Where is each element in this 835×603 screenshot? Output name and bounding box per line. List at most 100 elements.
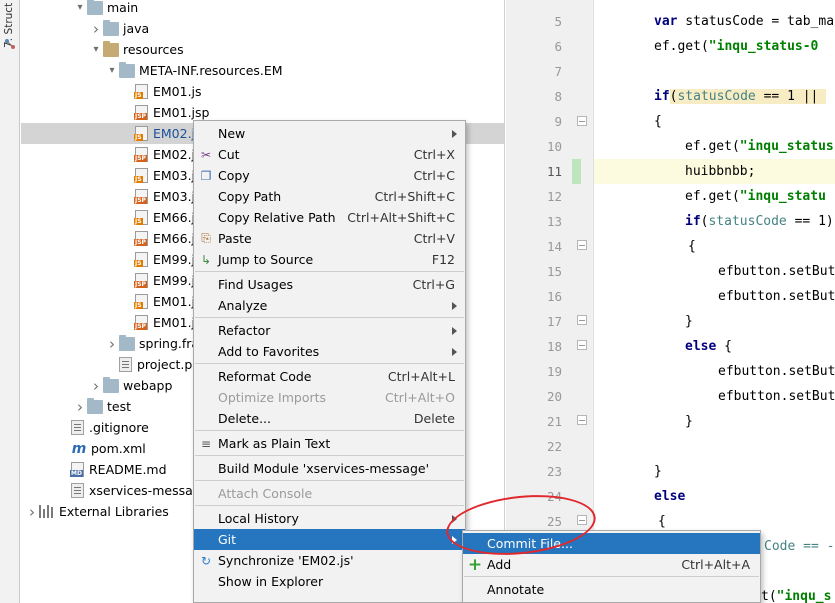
structure-icon[interactable] (4, 38, 16, 50)
fold-marker-icon[interactable] (577, 116, 587, 126)
fold-marker-icon[interactable] (577, 415, 587, 425)
menu-item-new[interactable]: New (194, 123, 465, 144)
maven-file-icon: m (71, 440, 87, 457)
menu-item-delete[interactable]: Delete... Delete (194, 408, 465, 429)
folder-icon (87, 397, 103, 414)
menu-item-refactor[interactable]: Refactor (194, 320, 465, 341)
fold-marker-icon[interactable] (577, 515, 587, 525)
tree-item-label: External Libraries (59, 504, 169, 519)
menu-separator (195, 363, 464, 364)
expand-arrow-closed-icon[interactable]: › (89, 18, 103, 39)
code-editor[interactable]: 5 6 7 8 9 10 11 12 13 14 15 16 17 18 19 20 21 22 23 24 25 va… (506, 0, 835, 603)
jsp-file-icon: JSP (134, 315, 148, 330)
menu-item-commit-file[interactable]: Commit File... (463, 533, 760, 554)
menu-item-mark-as-plain-text[interactable]: ≡ Mark as Plain Text (194, 433, 465, 454)
menu-item-git[interactable]: Git (194, 529, 465, 550)
context-menu: New ✂ Cut Ctrl+X ❐ Copy Ctrl+C Copy Path Ctrl+Sh… (193, 120, 466, 603)
code-line-19: efbutton.setBut (718, 364, 835, 379)
menu-item-local-history[interactable]: Local History (194, 508, 465, 529)
submenu-arrow-icon (452, 129, 457, 138)
menu-item-label: Show in Explorer (218, 574, 324, 589)
iml-file-icon (71, 483, 84, 498)
expand-arrow-closed-icon[interactable]: › (105, 333, 119, 354)
synchronize-icon: ↻ (200, 553, 212, 568)
submenu-arrow-icon (452, 535, 457, 544)
fold-marker-icon[interactable] (577, 240, 587, 250)
menu-item-copy-path[interactable]: Copy Path Ctrl+Shift+C (194, 186, 465, 207)
menu-item-annotate[interactable]: Annotate (463, 579, 760, 600)
tree-item-label: README.md (89, 462, 167, 477)
menu-item-add[interactable]: + Add Ctrl+Alt+A (463, 554, 760, 575)
menu-item-copy-relative-path[interactable]: Copy Relative Path Ctrl+Alt+Shift+C (194, 207, 465, 228)
menu-item-optimize-imports: Optimize Imports Ctrl+Alt+O (194, 387, 465, 408)
expand-arrow-open-icon[interactable]: ▾ (105, 60, 119, 81)
jsp-file-icon: JSP (134, 189, 148, 204)
tree-row[interactable]: ▾ resources (21, 39, 504, 60)
fold-marker-icon[interactable] (577, 315, 587, 325)
tree-row[interactable]: ▾ main (21, 0, 504, 18)
menu-item-label: Refactor (218, 323, 271, 338)
menu-item-label: Find Usages (218, 277, 294, 292)
tree-item-label: webapp (123, 378, 173, 393)
tree-row[interactable]: ▾ META-INF.resources.EM (21, 60, 504, 81)
editor-gutter[interactable]: 5 6 7 8 9 10 11 12 13 14 15 16 17 18 19 20 21 22 23 24 25 (506, 0, 594, 603)
changed-line-marker[interactable] (572, 159, 581, 184)
line-number: 20 (546, 389, 562, 404)
code-line-26: Code == -3 (764, 539, 835, 554)
menu-item-synchronize-em02-js[interactable]: ↻ Synchronize 'EM02.js' (194, 550, 465, 571)
menu-item-label: Jump to Source (218, 252, 314, 267)
menu-separator (195, 317, 464, 318)
js-file-icon: JS (134, 168, 148, 183)
menu-item-jump-to-source[interactable]: ↳ Jump to Source F12 (194, 249, 465, 270)
tree-row[interactable]: JS EM01.js (21, 81, 504, 102)
menu-separator (195, 430, 464, 431)
js-file-icon: JS (134, 84, 148, 99)
code-line-16: efbutton.setBut (718, 289, 835, 304)
menu-item-paste[interactable]: ⎘ Paste Ctrl+V (194, 228, 465, 249)
submenu-arrow-icon (452, 326, 457, 335)
menu-item-label: Commit File... (487, 536, 573, 551)
menu-item-shortcut: Delete (413, 411, 455, 426)
menu-item-label: Reformat Code (218, 369, 312, 384)
code-line-14: { (688, 239, 696, 254)
code-line-11: huibbnbb; (685, 164, 756, 179)
libraries-icon (39, 505, 55, 518)
menu-item-add-to-favorites[interactable]: Add to Favorites (194, 341, 465, 362)
jsp-file-icon: JSP (134, 147, 148, 162)
menu-item-cut[interactable]: ✂ Cut Ctrl+X (194, 144, 465, 165)
expand-arrow-closed-icon[interactable]: › (25, 501, 39, 522)
code-line-9: { (654, 114, 662, 129)
tree-row[interactable]: › java (21, 18, 504, 39)
submenu-arrow-icon (452, 347, 457, 356)
menu-item-label: Paste (218, 231, 252, 246)
line-number: 16 (546, 289, 562, 304)
fold-marker-icon[interactable] (577, 340, 587, 350)
line-number: 23 (546, 464, 562, 479)
menu-separator (195, 271, 464, 272)
menu-item-reformat-code[interactable]: Reformat Code Ctrl+Alt+L (194, 366, 465, 387)
tree-item-label: EM01.js (153, 84, 202, 99)
line-number: 5 (554, 14, 562, 29)
paste-icon: ⎘ (201, 231, 211, 245)
code-line-12: ef.get("inqu_statu (685, 189, 826, 204)
menu-item-analyze[interactable]: Analyze (194, 295, 465, 316)
menu-item-build-module-xservices-message[interactable]: Build Module 'xservices-message' (194, 458, 465, 479)
line-number: 15 (546, 264, 562, 279)
code-line-28: t("inqu_s (761, 589, 832, 603)
code-line-18: else { (685, 339, 732, 354)
tree-item-label: main (107, 0, 139, 15)
expand-arrow-open-icon[interactable]: ▾ (89, 39, 103, 60)
expand-arrow-closed-icon[interactable]: › (73, 396, 87, 417)
menu-item-attach-console: Attach Console (194, 483, 465, 504)
menu-item-show-in-explorer[interactable]: Show in Explorer (194, 571, 465, 592)
menu-item-find-usages[interactable]: Find Usages Ctrl+G (194, 274, 465, 295)
menu-item-copy[interactable]: ❐ Copy Ctrl+C (194, 165, 465, 186)
menu-item-shortcut: Ctrl+C (413, 168, 455, 183)
expand-arrow-open-icon[interactable]: ▾ (73, 0, 87, 18)
folder-icon (119, 61, 135, 78)
expand-arrow-closed-icon[interactable]: › (89, 375, 103, 396)
menu-item-label: Copy Path (218, 189, 282, 204)
